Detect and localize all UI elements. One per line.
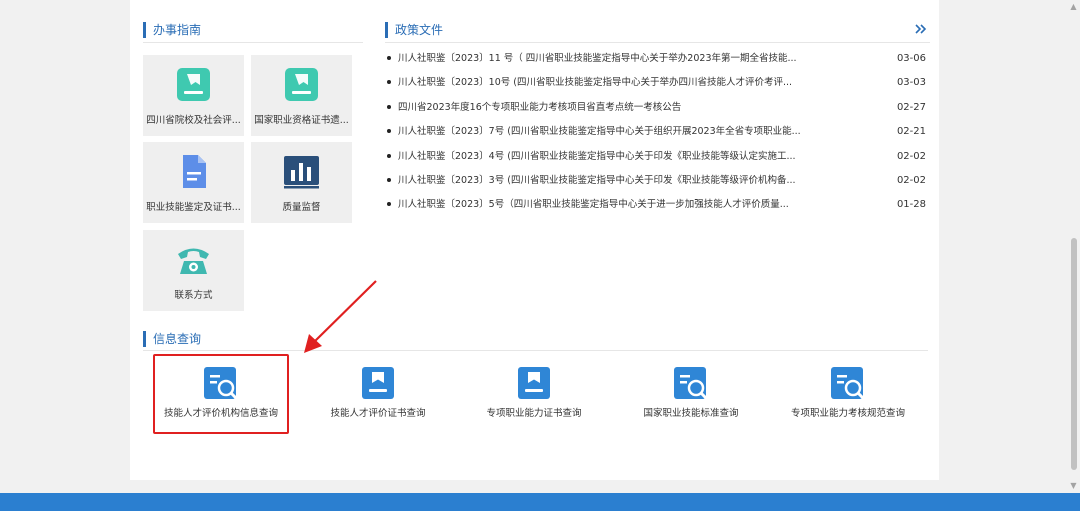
policy-news-item[interactable]: 川人社职鉴〔2023〕10号 (四川省职业技能鉴定指导中心关于举办四川省技能人才…	[385, 74, 930, 98]
policy-news-item[interactable]: 川人社职鉴〔2023〕5号（四川省职业技能鉴定指导中心关于进一步加强技能人才评价…	[385, 196, 930, 220]
telephone-icon	[178, 248, 209, 274]
bullet-icon	[387, 80, 391, 85]
guide-section-title: 办事指南	[143, 22, 201, 38]
policy-section-title: 政策文件	[385, 22, 443, 38]
news-date: 02-21	[896, 126, 926, 138]
query-special-norm-link[interactable]: 专项职业能力考核规范查询	[778, 364, 918, 424]
guide-tile-label: 四川省院校及社会评...	[146, 115, 241, 126]
policy-news-list: 川人社职鉴〔2023〕11 号（ 四川省职业技能鉴定指导中心关于举办2023年第…	[385, 50, 930, 221]
red-arrow-icon	[304, 280, 377, 353]
guide-tile-label: 国家职业资格证书遗...	[254, 115, 349, 126]
news-title[interactable]: 四川省2023年度16个专项职业能力考核项目省直考点统一考核公告	[398, 99, 808, 116]
document-search-icon	[831, 367, 865, 400]
news-title[interactable]: 川人社职鉴〔2023〕5号（四川省职业技能鉴定指导中心关于进一步加强技能人才评价…	[398, 196, 808, 213]
news-title[interactable]: 川人社职鉴〔2023〕7号 (四川省职业技能鉴定指导中心关于组织开展2023年全…	[398, 123, 808, 140]
policy-news-item[interactable]: 川人社职鉴〔2023〕4号 (四川省职业技能鉴定指导中心关于印发《职业技能等级认…	[385, 148, 930, 172]
guide-tile-quality[interactable]: 质量监督	[251, 142, 352, 223]
footer-bar	[0, 493, 1080, 511]
guide-divider	[143, 42, 363, 43]
guide-tile-label: 职业技能鉴定及证书...	[146, 202, 241, 213]
query-national-standard-link[interactable]: 国家职业技能标准查询	[621, 364, 761, 424]
query-label: 技能人才评价证书查询	[330, 408, 426, 419]
highlight-annotation-box	[153, 354, 289, 434]
news-date: 02-02	[896, 150, 926, 162]
news-date: 03-03	[896, 77, 926, 89]
bullet-icon	[387, 129, 391, 134]
bookmark-book-icon	[285, 68, 318, 101]
document-icon	[183, 155, 206, 188]
scroll-up-icon[interactable]: ▲	[1068, 2, 1079, 12]
bullet-icon	[387, 56, 391, 60]
guide-tile-label: 质量监督	[282, 202, 321, 213]
news-date: 02-27	[896, 101, 926, 113]
query-label: 国家职业技能标准查询	[643, 408, 739, 419]
news-date: 03-06	[896, 53, 926, 64]
bullet-icon	[387, 104, 391, 109]
guide-tile-schools[interactable]: 四川省院校及社会评...	[143, 55, 244, 136]
policy-news-item[interactable]: 川人社职鉴〔2023〕3号 (四川省职业技能鉴定指导中心关于印发《职业技能等级评…	[385, 172, 930, 196]
news-title[interactable]: 川人社职鉴〔2023〕11 号（ 四川省职业技能鉴定指导中心关于举办2023年第…	[398, 50, 808, 67]
policy-divider	[385, 42, 930, 43]
scroll-down-icon[interactable]: ▼	[1068, 481, 1079, 491]
policy-news-item[interactable]: 四川省2023年度16个专项职业能力考核项目省直考点统一考核公告 02-27	[385, 99, 930, 123]
bullet-icon	[387, 177, 391, 182]
bullet-icon	[387, 202, 391, 207]
double-chevron-right-icon[interactable]	[914, 22, 928, 36]
news-date: 02-02	[896, 174, 926, 186]
news-title[interactable]: 川人社职鉴〔2023〕3号 (四川省职业技能鉴定指导中心关于印发《职业技能等级评…	[398, 172, 808, 189]
guide-tile-appraisal[interactable]: 职业技能鉴定及证书...	[143, 142, 244, 223]
news-date: 01-28	[896, 199, 926, 211]
query-label: 专项职业能力考核规范查询	[790, 408, 905, 419]
query-section-title: 信息查询	[143, 331, 201, 347]
bar-chart-icon	[284, 156, 319, 189]
bookmark-book-icon	[518, 367, 550, 399]
scrollbar-thumb[interactable]	[1071, 238, 1077, 470]
query-label: 专项职业能力证书查询	[486, 408, 582, 419]
bookmark-book-icon	[362, 367, 394, 399]
policy-news-item[interactable]: 川人社职鉴〔2023〕7号 (四川省职业技能鉴定指导中心关于组织开展2023年全…	[385, 123, 930, 147]
news-title[interactable]: 川人社职鉴〔2023〕4号 (四川省职业技能鉴定指导中心关于印发《职业技能等级认…	[398, 148, 808, 165]
policy-news-item[interactable]: 川人社职鉴〔2023〕11 号（ 四川省职业技能鉴定指导中心关于举办2023年第…	[385, 50, 930, 74]
guide-tile-contact[interactable]: 联系方式	[143, 230, 244, 311]
guide-tile-certificate[interactable]: 国家职业资格证书遗...	[251, 55, 352, 136]
news-title[interactable]: 川人社职鉴〔2023〕10号 (四川省职业技能鉴定指导中心关于举办四川省技能人才…	[398, 74, 808, 91]
guide-tile-label: 联系方式	[174, 290, 213, 301]
query-talent-cert-link[interactable]: 技能人才评价证书查询	[308, 364, 448, 424]
bookmark-book-icon	[177, 68, 210, 101]
query-special-cert-link[interactable]: 专项职业能力证书查询	[464, 364, 604, 424]
document-search-icon	[674, 367, 708, 400]
bullet-icon	[387, 153, 391, 158]
query-divider	[143, 350, 928, 351]
